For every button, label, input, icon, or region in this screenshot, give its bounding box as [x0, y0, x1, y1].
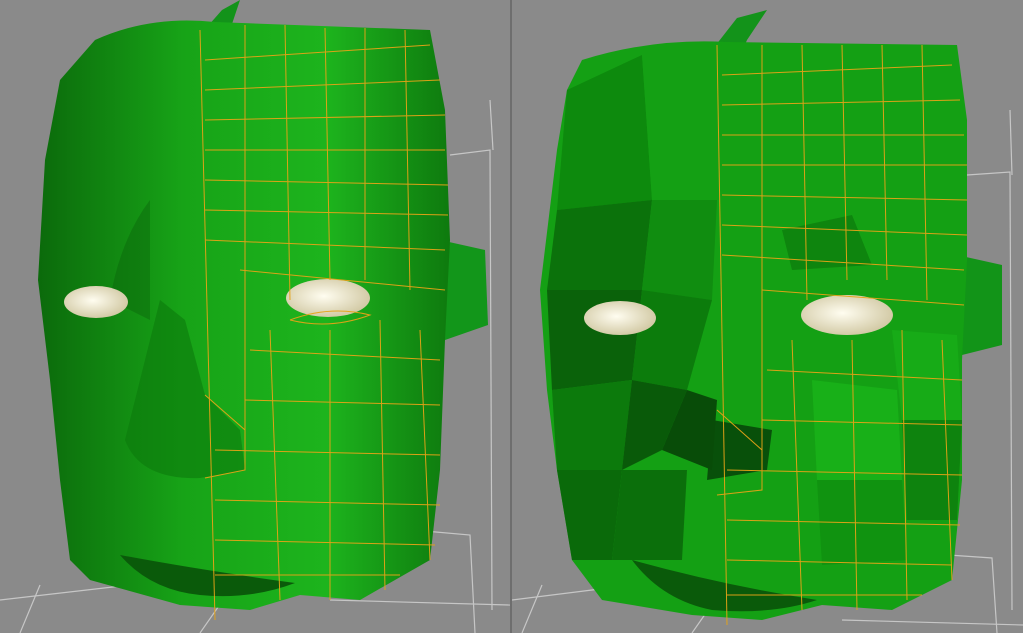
- viewport-area: [0, 0, 1023, 633]
- viewport-smooth[interactable]: [0, 0, 510, 633]
- eye-left: [584, 301, 656, 335]
- eye-left: [64, 286, 128, 318]
- head-smooth-render: [0, 0, 510, 633]
- head-faceted-render: [512, 10, 1023, 633]
- viewport-faceted[interactable]: [512, 0, 1023, 633]
- eye-right: [801, 295, 893, 335]
